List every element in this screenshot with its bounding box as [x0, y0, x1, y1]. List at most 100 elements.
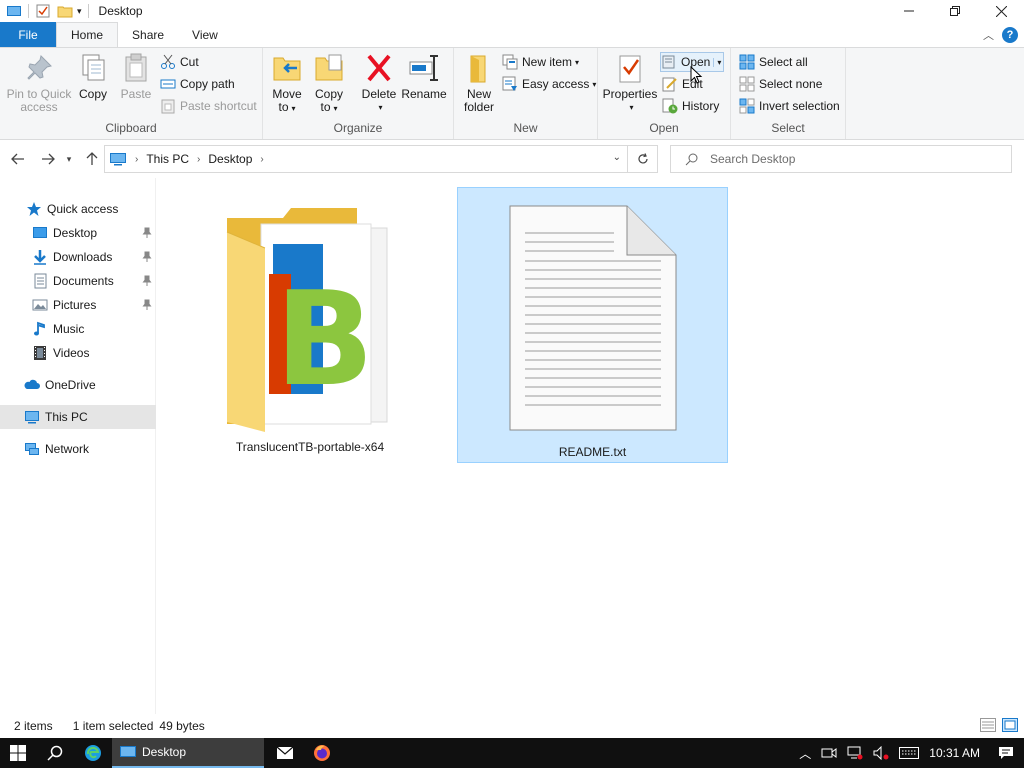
easy-access-button[interactable]: Easy access ▾ — [502, 74, 596, 94]
nav-item-documents[interactable]: Documents — [0, 269, 156, 293]
paste-shortcut-button[interactable]: Paste shortcut — [160, 96, 257, 116]
new-folder-icon — [470, 55, 486, 83]
close-button[interactable] — [978, 0, 1024, 22]
cut-button[interactable]: Cut — [160, 52, 199, 72]
history-label: History — [682, 99, 720, 113]
up-button[interactable] — [82, 149, 102, 169]
customize-toolbar-chevron-icon[interactable]: ▾ — [77, 6, 82, 17]
properties-button[interactable]: Properties ▾ — [602, 52, 658, 114]
address-history-dropdown-icon[interactable]: ⌄ — [613, 152, 621, 163]
svg-text:B: B — [275, 263, 374, 415]
nav-item-documents-label: Documents — [53, 274, 114, 288]
open-group-label: Open — [649, 121, 679, 135]
pin-icon[interactable] — [142, 275, 152, 287]
large-icons-view-icon[interactable] — [1002, 718, 1018, 732]
delete-button[interactable]: Delete ▾ — [359, 52, 399, 114]
easy-access-dropdown-icon: ▾ — [592, 79, 597, 89]
paste-button[interactable]: Paste — [118, 52, 154, 101]
clipboard-group: Pin to Quick access Copy Paste Cut Copy … — [0, 48, 263, 139]
tab-share[interactable]: Share — [118, 22, 178, 47]
tab-view[interactable]: View — [178, 22, 232, 47]
new-item-button[interactable]: New item ▾ — [502, 52, 579, 72]
nav-quick-access[interactable]: Quick access — [0, 197, 156, 221]
nav-this-pc[interactable]: This PC — [0, 405, 156, 429]
rename-button[interactable]: Rename — [401, 52, 447, 101]
move-to-button[interactable]: Move to ▾ — [271, 52, 303, 115]
address-bar[interactable]: › This PC › Desktop › ⌄ — [104, 145, 628, 173]
pin-icon[interactable] — [142, 227, 152, 239]
open-group: Properties ▾ Open ▾ Edit History Open — [598, 48, 731, 139]
invert-selection-button[interactable]: Invert selection — [739, 96, 840, 116]
keyboard-input-icon[interactable] — [899, 747, 920, 759]
open-dropdown-icon[interactable]: ▾ — [713, 57, 721, 67]
history-button[interactable]: History — [662, 96, 719, 116]
task-label: Desktop — [142, 745, 187, 759]
forward-button[interactable] — [38, 149, 58, 169]
system-tray: ︿ 10:31 AM — [799, 745, 1024, 762]
new-item-icon — [502, 54, 518, 70]
nav-item-downloads[interactable]: Downloads — [0, 245, 156, 269]
nav-item-music[interactable]: Music — [0, 317, 156, 341]
file-item-readme[interactable]: README.txt — [457, 187, 728, 463]
search-placeholder: Search Desktop — [710, 152, 796, 166]
clock[interactable]: 10:31 AM — [929, 746, 980, 760]
nav-onedrive[interactable]: OneDrive — [0, 373, 156, 397]
meet-now-camera-icon[interactable] — [821, 746, 837, 760]
copy-to-label-2: to — [320, 100, 331, 114]
copy-icon — [82, 54, 105, 81]
minimize-button[interactable] — [886, 0, 932, 22]
show-hidden-icons-chevron-icon[interactable]: ︿ — [799, 745, 811, 762]
help-icon[interactable]: ? — [1002, 26, 1018, 43]
onedrive-cloud-icon — [24, 379, 40, 389]
search-box[interactable]: Search Desktop — [670, 145, 1012, 173]
properties-icon[interactable] — [35, 3, 51, 19]
mail-taskbar-button[interactable] — [266, 738, 304, 768]
explorer-task-desktop[interactable]: Desktop — [112, 738, 264, 768]
new-folder-icon[interactable] — [57, 3, 73, 19]
status-bar: 2 items 1 item selected 49 bytes — [0, 714, 1024, 738]
volume-muted-icon[interactable] — [873, 746, 889, 760]
details-view-icon[interactable] — [980, 718, 996, 732]
minimize-icon — [904, 10, 914, 12]
select-none-button[interactable]: Select none — [739, 74, 822, 94]
pin-to-quick-access-button[interactable]: Pin to Quick access — [6, 52, 72, 114]
nav-item-desktop[interactable]: Desktop — [0, 221, 156, 245]
nav-item-videos[interactable]: Videos — [0, 341, 156, 365]
nav-item-pictures[interactable]: Pictures — [0, 293, 156, 317]
pin-icon[interactable] — [142, 299, 152, 311]
minimize-ribbon-chevron-icon[interactable]: ︿ — [983, 27, 994, 43]
tab-file[interactable]: File — [0, 22, 56, 47]
tab-home[interactable]: Home — [56, 22, 119, 47]
start-button[interactable] — [0, 738, 36, 768]
nav-network[interactable]: Network — [0, 437, 156, 461]
new-group: New folder New item ▾ Easy access ▾ New — [454, 48, 598, 139]
new-folder-button[interactable]: New folder — [462, 52, 496, 114]
nav-quick-access-label: Quick access — [47, 202, 119, 216]
network-icon — [25, 443, 39, 455]
select-all-button[interactable]: Select all — [739, 52, 808, 72]
edge-taskbar-button[interactable] — [74, 738, 112, 768]
file-item-folder[interactable]: B TranslucentTB-portable-x64 — [225, 204, 395, 462]
recent-locations-button[interactable]: ▾ — [62, 149, 76, 169]
copy-to-button[interactable]: Copy to ▾ — [313, 52, 345, 115]
firefox-taskbar-button[interactable] — [304, 738, 340, 768]
restore-icon — [950, 6, 960, 16]
crumb-separator-icon: › — [260, 153, 264, 165]
network-status-icon[interactable] — [847, 746, 863, 760]
back-button[interactable] — [8, 149, 28, 169]
taskbar-search-button[interactable] — [36, 738, 74, 768]
pin-icon[interactable] — [142, 251, 152, 263]
folder-with-app-icon: B — [226, 208, 388, 432]
explorer-window-icon[interactable] — [6, 3, 22, 19]
action-center-notification-icon[interactable] — [998, 746, 1014, 760]
refresh-button[interactable] — [628, 145, 658, 173]
copy-path-button[interactable]: Copy path — [160, 74, 235, 94]
status-item-count: 2 items — [14, 719, 53, 733]
breadcrumb-desktop[interactable]: Desktop — [208, 152, 252, 166]
copy-button[interactable]: Copy — [76, 52, 110, 101]
breadcrumb-this-pc[interactable]: This PC — [146, 152, 189, 166]
select-group-label: Select — [771, 121, 805, 135]
text-file-icon — [509, 205, 676, 431]
restore-button[interactable] — [932, 0, 978, 22]
properties-label: Properties — [602, 87, 658, 101]
